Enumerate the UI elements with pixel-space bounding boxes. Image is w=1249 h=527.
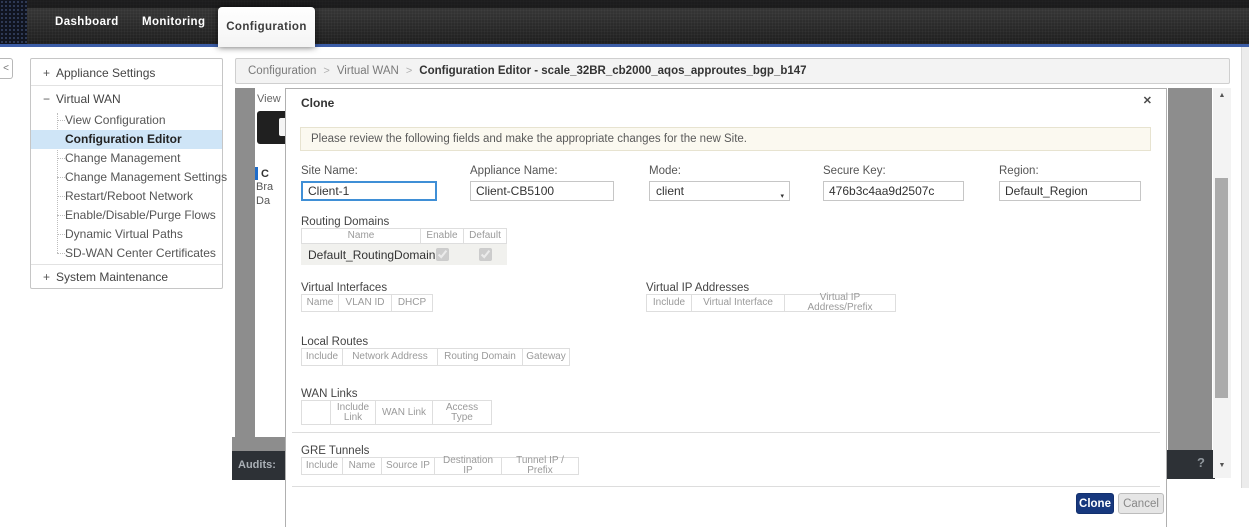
nav-accent-line	[0, 44, 1249, 47]
chevron-right-icon: >	[406, 65, 412, 77]
region-input[interactable]	[999, 181, 1141, 201]
dropdown-arrow-icon: ▾	[780, 188, 784, 206]
mode-field: Mode: client ▾	[649, 165, 790, 201]
sidebar-item-change-management-settings[interactable]: Change Management Settings	[31, 168, 222, 187]
section-divider	[292, 432, 1160, 433]
mode-label: Mode:	[649, 165, 790, 177]
site-name-label: Site Name:	[301, 165, 437, 177]
sidebar-item-enable-disable-purge-flows[interactable]: Enable/Disable/Purge Flows	[31, 206, 222, 225]
top-nav-bar: Dashboard Monitoring	[0, 0, 1249, 44]
tab-dashboard[interactable]: Dashboard	[55, 16, 119, 28]
gre-tunnels-header: Include Name Source IP Destination IP Tu…	[301, 457, 579, 475]
site-tile-fragment	[257, 111, 285, 144]
breadcrumb-configuration[interactable]: Configuration	[248, 65, 316, 77]
default-checkbox[interactable]	[479, 248, 492, 261]
virtual-ip-addresses-header: Include Virtual Interface Virtual IP Add…	[646, 294, 896, 312]
window-edge-strip	[1241, 47, 1249, 488]
divider	[31, 264, 222, 265]
sidebar-item-configuration-editor[interactable]: Configuration Editor	[31, 130, 222, 149]
view-label-fragment: View	[257, 93, 281, 105]
top-nav-texture	[0, 0, 27, 44]
modal-title: Clone	[301, 96, 334, 110]
selection-bar	[255, 167, 258, 180]
info-banner: Please review the following fields and m…	[300, 127, 1151, 151]
appliance-name-label: Appliance Name:	[470, 165, 614, 177]
clone-modal: Clone ✕ Please review the following fiel…	[285, 88, 1167, 527]
scrollbar-thumb[interactable]	[1215, 178, 1228, 398]
wan-links-title: WAN Links	[301, 388, 357, 400]
close-icon[interactable]: ✕	[1143, 94, 1152, 107]
secure-key-label: Secure Key:	[823, 165, 964, 177]
sidebar-collapse-icon[interactable]: <	[0, 58, 13, 79]
text-fragment: Bra	[256, 181, 273, 193]
scroll-up-icon[interactable]: ▲	[1213, 88, 1231, 104]
secure-key-input[interactable]	[823, 181, 964, 201]
routing-domains-row: Default_RoutingDomain	[301, 244, 507, 265]
sidebar-item-change-management[interactable]: Change Management	[31, 149, 222, 168]
sidebar-item-appliance-settings[interactable]: +Appliance Settings	[31, 63, 222, 83]
footer-divider	[292, 486, 1160, 487]
collapse-section-icon[interactable]: −	[43, 89, 56, 109]
routing-domains-title: Routing Domains	[301, 216, 389, 228]
breadcrumb-current-page: Configuration Editor - scale_32BR_cb2000…	[419, 65, 806, 77]
modal-side-band	[232, 437, 285, 451]
region-field: Region:	[999, 165, 1141, 201]
help-icon[interactable]: ?	[1197, 455, 1205, 470]
breadcrumb: Configuration > Virtual WAN > Configurat…	[235, 58, 1230, 84]
sidebar-item-restart-reboot-network[interactable]: Restart/Reboot Network	[31, 187, 222, 206]
virtual-ip-addresses-title: Virtual IP Addresses	[646, 282, 749, 294]
gre-tunnels-title: GRE Tunnels	[301, 445, 369, 457]
page-scrollbar[interactable]: ▲ ▼	[1213, 88, 1231, 478]
sidebar-item-sdwan-center-certificates[interactable]: SD-WAN Center Certificates	[31, 244, 222, 263]
site-name-input[interactable]	[301, 181, 437, 201]
sidebar-item-dynamic-virtual-paths[interactable]: Dynamic Virtual Paths	[31, 225, 222, 244]
audits-bar-right: ?	[1165, 450, 1215, 479]
modal-side-band	[235, 88, 255, 437]
secure-key-field: Secure Key:	[823, 165, 964, 201]
sidebar-item-system-maintenance[interactable]: +System Maintenance	[31, 267, 222, 287]
enable-checkbox[interactable]	[436, 248, 449, 261]
chevron-right-icon: >	[323, 65, 329, 77]
breadcrumb-virtual-wan[interactable]: Virtual WAN	[337, 65, 399, 77]
tab-monitoring[interactable]: Monitoring	[142, 16, 205, 28]
sidebar-item-view-configuration[interactable]: View Configuration	[31, 111, 222, 130]
selected-tree-fragment: C	[255, 167, 269, 180]
top-nav-strip	[0, 0, 1249, 8]
audits-bar-label: Audits:	[232, 451, 285, 480]
local-routes-title: Local Routes	[301, 336, 368, 348]
virtual-interfaces-title: Virtual Interfaces	[301, 282, 387, 294]
tab-configuration[interactable]: Configuration	[218, 7, 315, 47]
expand-icon[interactable]: +	[43, 267, 56, 287]
divider	[31, 85, 222, 86]
modal-side-band	[1168, 88, 1212, 450]
background-page-fragments: View C Bra Da Audits:	[232, 88, 285, 483]
site-name-field: Site Name:	[301, 165, 437, 201]
appliance-name-field: Appliance Name:	[470, 165, 614, 201]
expand-icon[interactable]: +	[43, 63, 56, 83]
app-screen: Dashboard Monitoring Configuration < +Ap…	[0, 0, 1249, 527]
routing-domain-name: Default_RoutingDomain	[301, 244, 421, 265]
text-fragment: Da	[256, 195, 270, 207]
local-routes-header: Include Network Address Routing Domain G…	[301, 348, 570, 366]
mode-select[interactable]: client ▾	[649, 181, 790, 201]
virtual-interfaces-header: Name VLAN ID DHCP	[301, 294, 433, 312]
wan-links-header: Include Link WAN Link Access Type	[301, 400, 492, 425]
clone-button[interactable]: Clone	[1076, 493, 1114, 514]
region-label: Region:	[999, 165, 1141, 177]
cancel-button[interactable]: Cancel	[1118, 493, 1164, 514]
sidebar: +Appliance Settings −Virtual WAN View Co…	[30, 58, 223, 289]
appliance-name-input[interactable]	[470, 181, 614, 201]
scroll-down-icon[interactable]: ▼	[1213, 458, 1231, 474]
sidebar-item-virtual-wan[interactable]: −Virtual WAN	[31, 89, 222, 109]
routing-domains-header: Name Enable Default	[301, 228, 507, 244]
